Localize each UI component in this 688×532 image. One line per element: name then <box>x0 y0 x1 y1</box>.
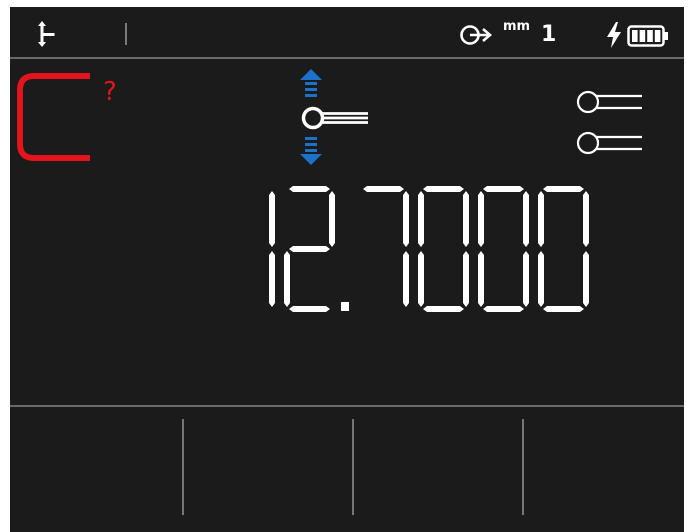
status-separator <box>125 23 127 45</box>
battery-cell <box>639 30 646 42</box>
battery-icon <box>627 25 668 47</box>
lightning-icon <box>607 22 621 48</box>
display-segment <box>423 186 464 192</box>
resolution-value: 1 <box>541 22 557 47</box>
softkey-2[interactable] <box>184 407 352 532</box>
display-segment <box>543 306 584 312</box>
display-segment <box>289 186 330 192</box>
reference-unknown-mark: ? <box>103 77 117 107</box>
probe-icon <box>301 106 368 130</box>
display-segment <box>538 191 544 247</box>
battery-cell <box>654 30 661 42</box>
display-segment <box>523 191 529 247</box>
display-segment <box>289 246 330 252</box>
probe-resolution-icon[interactable] <box>460 24 496 46</box>
display-segment <box>478 191 484 247</box>
display-segment <box>583 251 589 307</box>
measurement-area: ? <box>10 59 684 405</box>
display-segment <box>269 191 275 247</box>
display-segment <box>423 306 464 312</box>
display-segment <box>543 186 584 192</box>
display-segment <box>483 186 524 192</box>
display-segment <box>538 251 544 307</box>
display-segment <box>483 306 524 312</box>
display-segment <box>583 191 589 247</box>
device-screen: mm 1 ? <box>10 7 684 532</box>
display-segment <box>284 251 290 307</box>
measurement-readout <box>269 186 589 312</box>
display-segment <box>403 251 409 307</box>
display-segment <box>418 251 424 307</box>
softkey-1[interactable] <box>10 407 182 532</box>
display-segment <box>403 191 409 247</box>
softkey-3[interactable] <box>354 407 522 532</box>
reference-bracket-icon[interactable] <box>16 73 92 161</box>
status-bar: mm 1 <box>10 7 684 57</box>
display-segment <box>463 191 469 247</box>
display-segment <box>269 251 275 307</box>
display-segment <box>418 191 424 247</box>
display-segment <box>463 251 469 307</box>
softkey-bar <box>10 407 684 532</box>
display-segment <box>523 251 529 307</box>
display-segment <box>478 251 484 307</box>
display-segment <box>329 191 335 247</box>
battery-cell <box>647 30 653 42</box>
softkey-4[interactable] <box>524 407 684 532</box>
decimal-point <box>341 302 349 311</box>
display-segment <box>289 306 330 312</box>
battery-cell <box>632 30 638 42</box>
unit-label: mm <box>503 19 531 34</box>
dual-probe-icon[interactable] <box>575 88 645 158</box>
axis-icon[interactable] <box>35 21 57 47</box>
display-segment <box>363 186 404 192</box>
